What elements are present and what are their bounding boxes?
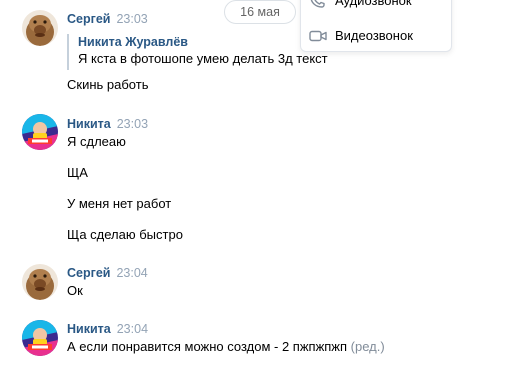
edited-marker[interactable]: (ред.) — [351, 339, 385, 354]
author-name[interactable]: Сергей — [67, 266, 110, 280]
date-separator: 16 мая — [224, 0, 296, 24]
timestamp[interactable]: 23:04 — [116, 266, 147, 280]
reply-quote[interactable]: Никита Журавлёв Я кста в фотошопе умею д… — [67, 34, 328, 70]
chat-history: Сергей 23:03 Никита Журавлёв Я кста в фот… — [0, 0, 514, 369]
phone-icon — [309, 0, 327, 9]
call-menu: Аудиозвонок Видеозвонок — [300, 0, 452, 52]
message-text: Ща сделаю быстро — [67, 227, 183, 242]
timestamp[interactable]: 23:03 — [116, 12, 147, 26]
message-group: Никита 23:03 Я сдлеаю ЩА У меня нет работ… — [0, 106, 514, 256]
author-name[interactable]: Никита — [67, 322, 111, 336]
message-meta: Сергей 23:03 — [67, 11, 148, 27]
message-meta: Никита 23:04 — [67, 321, 148, 337]
message-group: Никита 23:04 А если понравится можно созд… — [0, 312, 514, 369]
author-name[interactable]: Никита — [67, 117, 111, 131]
author-name[interactable]: Сергей — [67, 12, 110, 26]
avatar-sergey[interactable] — [22, 264, 58, 300]
alf-avatar-icon — [22, 10, 58, 46]
quote-text: Я кста в фотошопе умею делать 3д текст — [78, 51, 328, 66]
timestamp[interactable]: 23:03 — [117, 117, 148, 131]
message-text: А если понравится можно создом - 2 пжпжп… — [67, 339, 348, 354]
avatar-nikita[interactable] — [22, 320, 58, 356]
avatar-sergey[interactable] — [22, 10, 58, 46]
video-camera-icon — [309, 28, 327, 44]
colorful-avatar-icon — [22, 320, 58, 356]
video-call-item[interactable]: Видеозвонок — [301, 23, 451, 49]
message-text: Я сдлеаю — [67, 134, 126, 149]
video-call-label: Видеозвонок — [335, 28, 413, 43]
alf-avatar-icon — [22, 264, 58, 300]
timestamp[interactable]: 23:04 — [117, 322, 148, 336]
message-meta: Никита 23:03 — [67, 116, 148, 132]
colorful-avatar-icon — [22, 114, 58, 150]
quote-author[interactable]: Никита Журавлёв — [78, 34, 328, 50]
message-text: У меня нет работ — [67, 196, 172, 211]
message-text: Скинь работь — [67, 77, 149, 92]
message-group: Сергей 23:04 Ок — [0, 256, 514, 312]
message-text: ЩА — [67, 165, 88, 180]
message-text-row: А если понравится можно создом - 2 пжпжп… — [67, 338, 385, 356]
audio-call-item[interactable]: Аудиозвонок — [301, 0, 451, 14]
message-meta: Сергей 23:04 — [67, 265, 148, 281]
avatar-nikita[interactable] — [22, 114, 58, 150]
audio-call-label: Аудиозвонок — [335, 0, 412, 8]
message-text: Ок — [67, 283, 83, 298]
